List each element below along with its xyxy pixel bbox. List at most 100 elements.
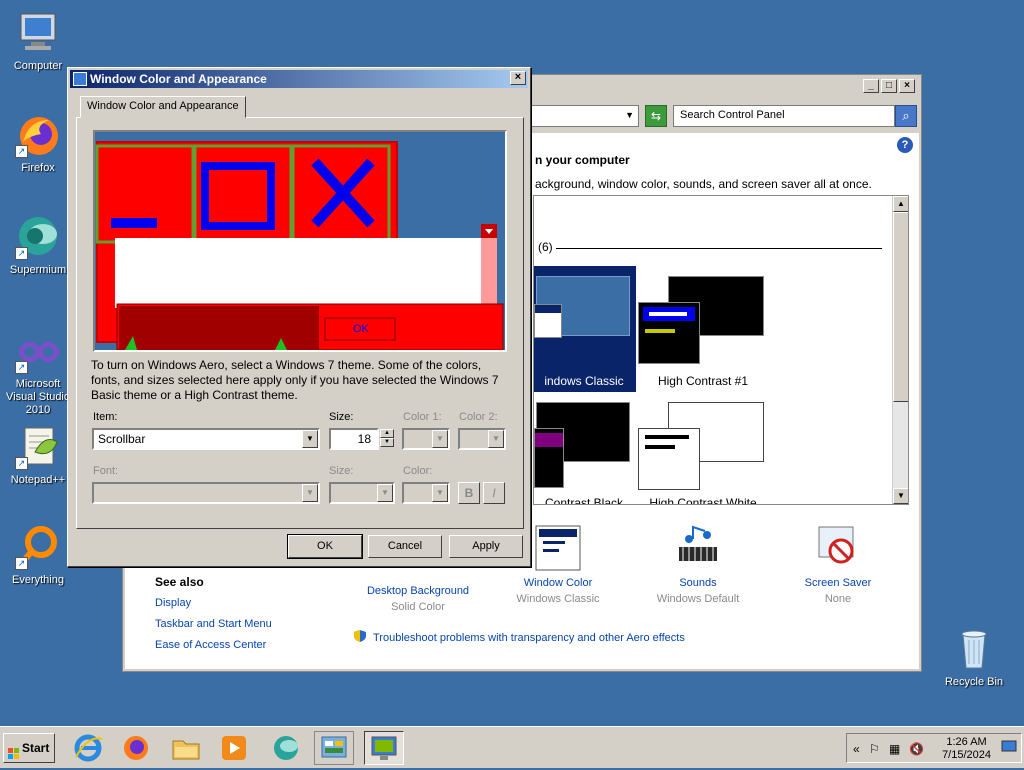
item-select[interactable]: Scrollbar ▼ <box>92 428 320 450</box>
theme-high-contrast-black[interactable]: Contrast Black <box>534 402 636 505</box>
sounds-value: Windows Default <box>656 593 740 605</box>
desktop-background-item[interactable]: Desktop Background Solid Color <box>353 585 483 613</box>
screen-saver-title: Screen Saver <box>804 577 872 589</box>
action-center-flag-icon[interactable]: ⚐ <box>869 742 880 756</box>
apply-button[interactable]: Apply <box>449 535 523 558</box>
theme-high-contrast-white[interactable]: High Contrast White <box>638 402 768 504</box>
shortcut-arrow-icon: ↗ <box>15 145 28 158</box>
preview-ok-label: OK <box>353 323 369 335</box>
sounds-item[interactable]: Sounds Windows Default <box>633 525 763 605</box>
help-icon[interactable]: ? <box>897 137 913 153</box>
font-size-dropdown-icon[interactable]: ▼ <box>377 484 393 502</box>
color2-dropdown-icon[interactable]: ▼ <box>488 430 504 448</box>
theme-windows-classic[interactable]: indows Classic <box>534 266 636 392</box>
theme-preview-window <box>638 428 700 490</box>
spin-down-icon[interactable]: ▼ <box>380 438 394 447</box>
window-caption-buttons: _ □ × <box>863 79 915 93</box>
firefox-icon: ↗ <box>15 112 61 158</box>
folder-icon <box>172 740 200 760</box>
refresh-button[interactable]: ⇆ <box>645 105 667 127</box>
search-icon: ⌕ <box>902 108 910 123</box>
ok-button[interactable]: OK <box>287 534 363 559</box>
desktop-icon-recycle-bin[interactable]: Recycle Bin <box>936 626 1012 689</box>
color1-dropdown-icon[interactable]: ▼ <box>432 430 448 448</box>
taskbar-control-panel[interactable] <box>314 731 354 765</box>
troubleshoot-text: Troubleshoot problems with transparency … <box>373 631 685 644</box>
screen-saver-icon <box>815 525 861 571</box>
screen-saver-item[interactable]: Screen Saver None <box>773 525 903 605</box>
show-hidden-icons-icon[interactable]: « <box>853 742 860 756</box>
taskbar-file-explorer[interactable] <box>166 731 206 765</box>
start-button[interactable]: Start <box>3 733 55 763</box>
display-settings-icon <box>371 736 397 760</box>
taskbar-supermium[interactable] <box>266 731 306 765</box>
see-also-taskbar-link[interactable]: Taskbar and Start Menu <box>155 618 272 630</box>
theme-group-divider <box>556 248 882 249</box>
bold-button[interactable]: B <box>458 482 480 504</box>
font-size-select[interactable]: ▼ <box>329 482 395 504</box>
see-also-heading: See also <box>155 575 204 589</box>
italic-button[interactable]: I <box>483 482 505 504</box>
taskbar-window-color-appearance[interactable] <box>364 731 404 765</box>
clock-date: 7/15/2024 <box>942 749 991 761</box>
theme-high-contrast-1[interactable]: High Contrast #1 <box>638 266 768 392</box>
taskbar-firefox[interactable] <box>116 731 156 765</box>
theme-list-scrollbar[interactable]: ▲ ▼ <box>892 196 908 504</box>
cancel-button[interactable]: Cancel <box>368 535 442 558</box>
desktop-icon-firefox[interactable]: ↗ Firefox <box>0 112 76 175</box>
size-input[interactable]: 18 <box>329 428 379 450</box>
desktop-icon-label: Firefox <box>21 162 55 174</box>
clock[interactable]: 1:26 AM 7/15/2024 <box>942 736 991 762</box>
dialog-close-button[interactable]: × <box>510 71 526 85</box>
see-also-ease-of-access-link[interactable]: Ease of Access Center <box>155 639 266 651</box>
font-color-dropdown-icon[interactable]: ▼ <box>432 484 448 502</box>
address-dropdown-icon[interactable]: ▼ <box>625 110 634 120</box>
font-size-label: Size: <box>329 465 354 477</box>
desktop-icon-everything[interactable]: ↗ Everything <box>0 524 76 587</box>
scroll-thumb[interactable] <box>893 212 908 402</box>
taskbar-media-player[interactable] <box>214 731 254 765</box>
control-panel-icon <box>321 736 347 758</box>
theme-list[interactable]: (6) indows Classic High Contrast #1 Cont… <box>533 195 909 505</box>
spin-up-icon[interactable]: ▲ <box>380 429 394 438</box>
troubleshoot-link[interactable]: Troubleshoot problems with transparency … <box>353 629 685 646</box>
color1-picker[interactable]: ▼ <box>402 428 450 450</box>
search-input[interactable]: Search Control Panel <box>673 105 895 127</box>
desktop-icon-visual-studio[interactable]: ↗ Microsoft Visual Studio 2010 <box>0 328 76 417</box>
start-label: Start <box>22 741 50 755</box>
network-icon[interactable]: ▦ <box>889 742 900 756</box>
firefox-icon <box>124 736 148 760</box>
dialog-tab-panel: OK To turn on Windows Aero, select a Win… <box>76 117 524 529</box>
color2-label: Color 2: <box>459 411 498 423</box>
shield-icon <box>353 629 367 646</box>
font-select[interactable]: ▼ <box>92 482 320 504</box>
close-button[interactable]: × <box>899 79 915 93</box>
theme-label: Contrast Black <box>544 496 624 505</box>
volume-muted-icon[interactable]: 🔇 <box>909 742 924 756</box>
size-spinner[interactable]: ▲ ▼ <box>380 429 394 447</box>
font-color-picker[interactable]: ▼ <box>402 482 450 504</box>
address-bar[interactable]: ▼ <box>531 105 639 127</box>
scroll-down-icon[interactable]: ▼ <box>893 488 908 504</box>
color2-picker[interactable]: ▼ <box>458 428 506 450</box>
minimize-button[interactable]: _ <box>863 79 879 93</box>
taskbar-internet-explorer[interactable] <box>68 731 108 765</box>
dialog-title-bar[interactable]: Window Color and Appearance × <box>70 70 528 88</box>
appearance-preview[interactable]: OK <box>93 130 507 352</box>
desktop-background-value: Solid Color <box>391 601 445 613</box>
desktop-icon-computer[interactable]: Computer <box>0 10 76 73</box>
page-heading: n your computer <box>535 153 630 167</box>
see-also-display-link[interactable]: Display <box>155 597 191 609</box>
desktop-icon-notepadpp[interactable]: ↗ Notepad++ <box>0 424 76 487</box>
show-desktop-icon[interactable] <box>1001 740 1017 757</box>
desktop-icon-supermium[interactable]: ↗ Supermium <box>0 214 76 277</box>
window-color-icon <box>535 525 581 571</box>
maximize-button[interactable]: □ <box>881 79 897 93</box>
item-dropdown-icon[interactable]: ▼ <box>302 430 318 448</box>
font-dropdown-icon[interactable]: ▼ <box>302 484 318 502</box>
search-button[interactable]: ⌕ <box>895 105 917 127</box>
item-label: Item: <box>93 411 118 423</box>
desktop-icon-label: Supermium <box>9 264 67 276</box>
tab-window-color-appearance[interactable]: Window Color and Appearance <box>80 96 246 118</box>
scroll-up-icon[interactable]: ▲ <box>893 196 908 212</box>
